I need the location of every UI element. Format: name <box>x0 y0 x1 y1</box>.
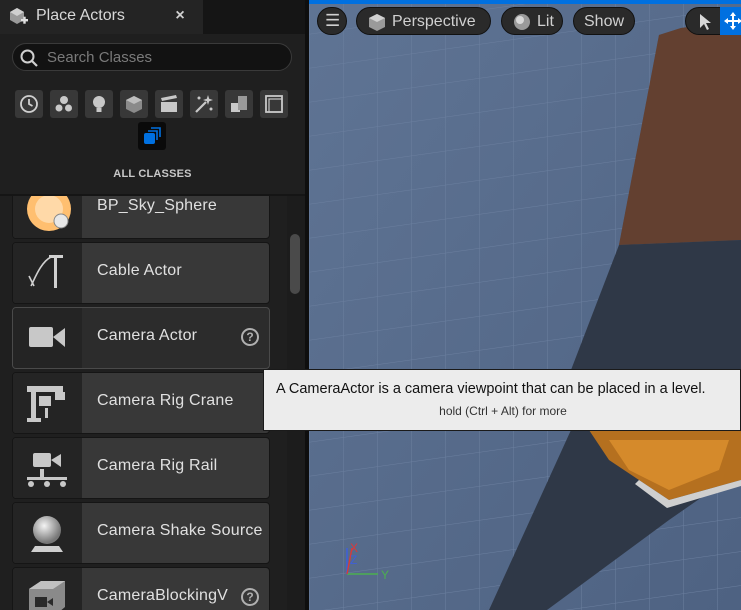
close-icon[interactable]: × <box>172 5 188 27</box>
category-cinematic[interactable] <box>155 90 183 118</box>
place-actors-panel: Place Actors × ALL CLASSES <box>0 0 305 610</box>
volumes-icon <box>265 95 283 113</box>
rail-icon <box>27 453 67 487</box>
thumbnail <box>13 568 82 610</box>
help-icon[interactable]: ? <box>241 588 259 606</box>
axis-z-label: Z <box>350 553 357 567</box>
blocking-volume-icon <box>29 581 65 610</box>
thumbnail <box>13 308 82 368</box>
list-item-label: Camera Rig Rail <box>97 457 218 474</box>
actor-list: BP_Sky_Sphere Cable Actor Camera Actor ?… <box>0 196 286 610</box>
lighting-mode-label: Lit <box>537 13 554 30</box>
translate-tool-button[interactable] <box>720 7 741 35</box>
scene-render <box>309 0 741 610</box>
select-arrow-icon[interactable] <box>696 12 714 32</box>
thumbnail <box>13 438 82 498</box>
level-viewport[interactable]: ☰ Perspective Lit Show <box>309 0 741 610</box>
search-box[interactable] <box>12 43 292 71</box>
lighting-mode-button[interactable]: Lit <box>501 7 563 35</box>
list-item-camera-rig-rail[interactable]: Camera Rig Rail <box>12 437 270 499</box>
thumbnail <box>13 196 82 238</box>
shake-source-icon <box>31 516 63 552</box>
category-recent[interactable] <box>15 90 43 118</box>
viewport-menu-button[interactable]: ☰ <box>317 7 347 35</box>
active-viewport-highlight <box>309 0 741 4</box>
tab-bar: Place Actors × <box>0 0 305 34</box>
lit-sphere-icon <box>514 14 530 30</box>
list-item-cable-actor[interactable]: Cable Actor <box>12 242 270 304</box>
category-volumes[interactable] <box>260 90 288 118</box>
list-item-label: Cable Actor <box>97 262 182 279</box>
list-item-label: Camera Shake Source <box>97 522 263 539</box>
show-label: Show <box>584 13 625 30</box>
list-item-label: Camera Actor <box>97 327 198 344</box>
all-classes-icon <box>144 127 161 144</box>
category-all-classes[interactable] <box>138 122 166 150</box>
category-label: ALL CLASSES <box>113 168 192 180</box>
cable-icon <box>28 255 63 288</box>
list-item-camera-shake-source[interactable]: Camera Shake Source <box>12 502 270 564</box>
list-item-bp-sky-sphere[interactable]: BP_Sky_Sphere <box>12 196 270 239</box>
view-mode-button[interactable]: Perspective <box>356 7 491 35</box>
recent-icon <box>20 95 38 113</box>
geometry-icon <box>231 96 247 112</box>
category-basic[interactable] <box>50 90 78 118</box>
tooltip-text: A CameraActor is a camera viewpoint that… <box>276 381 706 397</box>
panel-title: Place Actors <box>36 7 125 24</box>
tab-place-actors[interactable]: Place Actors × <box>0 0 203 34</box>
show-flags-button[interactable]: Show <box>573 7 635 35</box>
sky-sphere-icon <box>27 196 71 231</box>
visual-effects-icon <box>195 95 213 113</box>
place-actors-icon <box>10 8 28 24</box>
perspective-cube-icon <box>369 14 385 31</box>
thumbnail <box>13 503 82 563</box>
search-input[interactable] <box>47 47 277 67</box>
category-visual-effects[interactable] <box>190 90 218 118</box>
hamburger-icon: ☰ <box>325 11 341 30</box>
category-lights[interactable] <box>85 90 113 118</box>
axis-gizmo: X Z Y <box>346 541 389 582</box>
cinematic-icon <box>161 95 177 112</box>
scrollbar-thumb[interactable] <box>290 234 300 294</box>
thumbnail <box>13 243 82 303</box>
category-geometry[interactable] <box>225 90 253 118</box>
list-item-label: CameraBlockingV <box>97 587 229 604</box>
camera-icon <box>29 327 65 347</box>
list-item-label: Camera Rig Crane <box>97 392 234 409</box>
thumbnail <box>13 373 82 433</box>
list-item-camerablocking-volume[interactable]: CameraBlockingV ? <box>12 567 270 610</box>
list-item-camera-actor[interactable]: Camera Actor ? <box>12 307 270 369</box>
transform-tools <box>685 7 741 35</box>
shapes-icon <box>126 96 142 113</box>
crane-icon <box>27 386 65 422</box>
view-mode-label: Perspective <box>392 13 476 30</box>
help-icon[interactable]: ? <box>241 328 259 346</box>
tooltip-hint: hold (Ctrl + Alt) for more <box>439 404 567 418</box>
lights-icon <box>93 96 105 112</box>
basic-icon <box>55 96 72 112</box>
move-icon <box>724 12 741 30</box>
search-icon <box>20 49 38 67</box>
category-shapes[interactable] <box>120 90 148 118</box>
axis-y-label: Y <box>381 568 389 582</box>
list-item-camera-rig-crane[interactable]: Camera Rig Crane <box>12 372 270 434</box>
tooltip: A CameraActor is a camera viewpoint that… <box>263 369 741 431</box>
list-item-label: BP_Sky_Sphere <box>97 197 218 214</box>
